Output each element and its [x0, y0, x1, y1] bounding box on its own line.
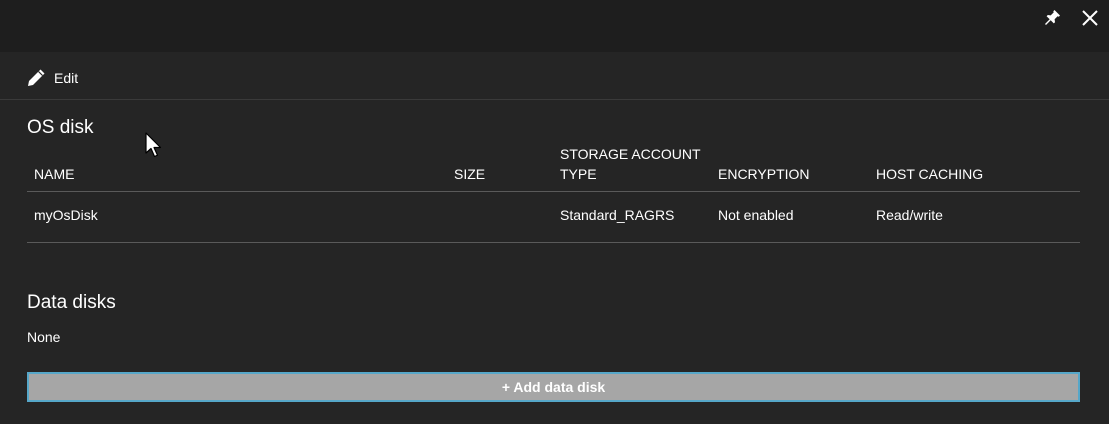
disk-name: myOsDisk [34, 207, 98, 223]
column-header-name: NAME [34, 166, 75, 182]
column-header-storage-type-line2: TYPE [560, 166, 597, 182]
edit-button[interactable]: Edit [26, 67, 78, 89]
blade-header [0, 0, 1109, 52]
close-icon[interactable] [1080, 8, 1100, 28]
pin-icon[interactable] [1042, 8, 1062, 28]
os-disk-title: OS disk [27, 117, 94, 138]
pencil-icon [28, 69, 45, 86]
add-data-disk-button[interactable]: + Add data disk [27, 372, 1080, 402]
data-disks-empty-text: None [27, 329, 61, 345]
disk-host-caching: Read/write [876, 207, 943, 223]
disk-encryption: Not enabled [718, 207, 794, 223]
command-bar: Edit [0, 52, 1109, 100]
column-header-host-caching: HOST CACHING [876, 166, 984, 182]
os-disk-table: NAME SIZE STORAGE ACCOUNT TYPE ENCRYPTIO… [27, 146, 1080, 243]
column-header-storage-type-line1: STORAGE ACCOUNT [560, 146, 701, 162]
table-row[interactable]: myOsDisk Standard_RAGRS Not enabled Read… [27, 192, 1080, 243]
edit-label: Edit [54, 70, 79, 86]
column-header-size: SIZE [454, 166, 486, 182]
column-header-encryption: ENCRYPTION [718, 166, 810, 182]
data-disks-title: Data disks [27, 292, 116, 313]
mouse-cursor-icon [145, 132, 162, 158]
table-header: NAME SIZE STORAGE ACCOUNT TYPE ENCRYPTIO… [27, 146, 1080, 192]
column-header-storage-type: STORAGE ACCOUNT TYPE [560, 144, 710, 184]
disk-storage-type: Standard_RAGRS [560, 207, 675, 223]
